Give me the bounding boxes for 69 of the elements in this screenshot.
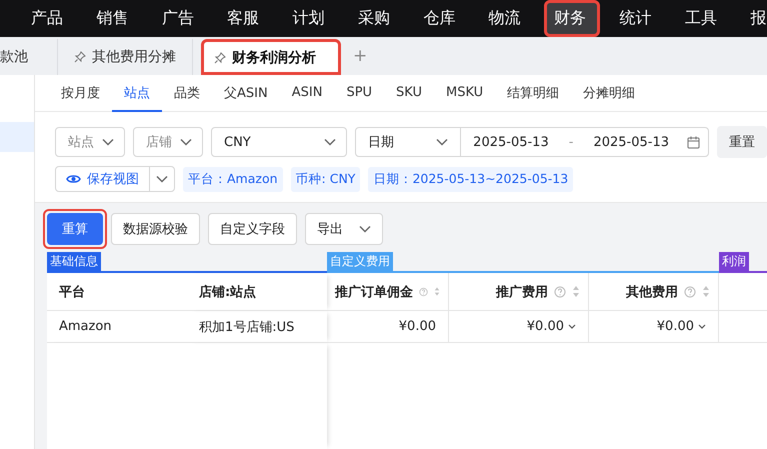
chevron-down-icon: [324, 138, 336, 146]
nav-menu-item[interactable]: 销售: [86, 0, 142, 37]
nav-menu-item[interactable]: 报: [740, 0, 767, 37]
action-button[interactable]: 导出: [305, 213, 383, 245]
column-group-label: 自定义费用: [327, 252, 393, 271]
column-header: 推广订单佣金: [327, 273, 449, 311]
page-tab[interactable]: 款池: [0, 39, 58, 75]
page-tab[interactable]: 其他费用分摊: [58, 39, 193, 75]
chevron-down-icon: [102, 138, 114, 146]
page-tab[interactable]: 财务利润分析: [201, 39, 341, 75]
chevron-down-icon[interactable]: [568, 324, 576, 330]
column-group-label: 利润: [719, 252, 749, 271]
table-cell: ¥0.00: [327, 311, 449, 343]
action-button[interactable]: 重算: [47, 213, 103, 245]
view-tab[interactable]: SKU: [384, 75, 434, 112]
column-header: 平台: [47, 273, 187, 311]
sort-icon: [434, 285, 440, 298]
column-header: 其他费用: [589, 273, 719, 311]
view-tab[interactable]: 父ASIN: [212, 75, 280, 112]
nav-menu-item[interactable]: 采购: [348, 0, 404, 37]
help-icon: [419, 286, 428, 298]
eye-icon: [66, 174, 81, 184]
column-group-label: 基础信息: [47, 252, 101, 271]
filter-tag: 平台：Amazon: [183, 166, 283, 192]
currency-select[interactable]: CNY: [211, 127, 348, 157]
site-select[interactable]: 站点: [55, 127, 125, 157]
save-view-button[interactable]: 保存视图: [55, 166, 175, 192]
nav-menu-item[interactable]: 产品: [21, 0, 77, 37]
view-tab[interactable]: 分摊明细: [571, 75, 648, 112]
view-tab[interactable]: ASIN: [280, 75, 334, 112]
nav-menu-item[interactable]: 客服: [217, 0, 274, 37]
view-tab[interactable]: SPU: [334, 75, 384, 112]
view-tab[interactable]: 站点: [112, 75, 162, 112]
view-tab[interactable]: 品类: [162, 75, 212, 112]
nav-menu-item[interactable]: 仓库: [413, 0, 470, 37]
table-cell: Amazon: [47, 311, 187, 343]
nav-menu-item[interactable]: 物流: [478, 0, 535, 37]
date-range-field[interactable]: 日期 2025-05-13 - 2025-05-13: [355, 127, 709, 157]
nav-menu-item[interactable]: 统计: [610, 0, 666, 37]
nav-menu-item[interactable]: 财务: [544, 0, 600, 37]
calendar-icon: [687, 136, 700, 148]
view-tab[interactable]: 结算明细: [495, 75, 572, 112]
filter-tag: 币种: CNY: [290, 166, 360, 192]
nav-menu-item[interactable]: 广告: [152, 0, 208, 37]
chevron-down-icon: [359, 225, 371, 233]
nav-menu-item[interactable]: 工具: [674, 0, 731, 37]
help-icon: [554, 286, 566, 298]
view-tab[interactable]: MSKU: [434, 75, 496, 112]
chevron-down-icon[interactable]: [698, 324, 706, 330]
chevron-down-icon: [156, 175, 168, 183]
view-tab[interactable]: 按月度: [49, 75, 112, 112]
column-header: 店铺:站点: [187, 273, 327, 311]
sort-icon: [702, 285, 710, 298]
store-select[interactable]: 店铺: [133, 127, 203, 157]
column-header: 推广费用: [449, 273, 589, 311]
pin-icon: [214, 52, 226, 64]
table-cell: ¥0.00: [449, 311, 589, 343]
action-button[interactable]: 数据源校验: [111, 213, 200, 245]
nav-menu-item[interactable]: 计划: [282, 0, 339, 37]
reset-button[interactable]: 重置: [717, 126, 767, 158]
help-icon: [684, 286, 696, 298]
sort-icon: [572, 285, 580, 298]
action-button[interactable]: 自定义字段: [208, 213, 297, 245]
filter-tag: 日期：2025-05-13~2025-05-13: [368, 166, 574, 192]
chevron-down-icon: [180, 138, 192, 146]
table-cell: ¥0.00: [589, 311, 719, 343]
table-cell: 积加1号店铺:US: [187, 311, 327, 343]
pin-icon: [74, 51, 86, 63]
chevron-down-icon: [436, 138, 448, 146]
